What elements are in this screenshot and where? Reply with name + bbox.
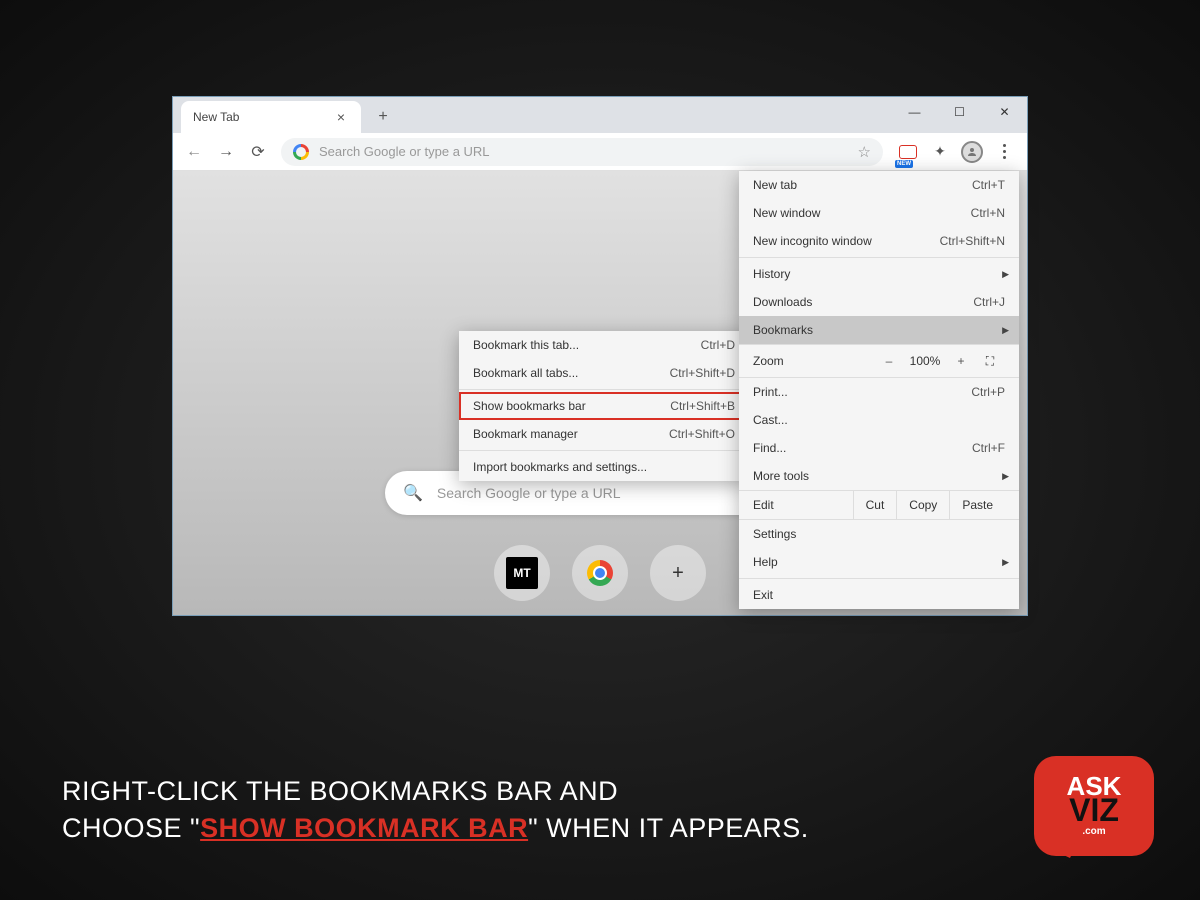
menu-zoom-row: Zoom – 100% + ⛶ xyxy=(739,344,1019,378)
chevron-right-icon: ▶ xyxy=(1002,269,1009,280)
menu-bookmark-this-tab[interactable]: Bookmark this tab... Ctrl+D xyxy=(459,331,749,359)
logo-viz: VIZ xyxy=(1069,798,1119,824)
mt-label: MT xyxy=(506,557,538,589)
omnibox-placeholder: Search Google or type a URL xyxy=(319,144,490,159)
submenu-separator xyxy=(459,450,749,451)
menu-print[interactable]: Print...Ctrl+P xyxy=(739,378,1019,406)
menu-bookmarks[interactable]: Bookmarks▶ xyxy=(739,316,1019,344)
askviz-logo: ASK VIZ .com xyxy=(1034,756,1154,866)
extensions-button[interactable] xyxy=(929,141,951,163)
shortcut-mt[interactable]: MT xyxy=(494,545,550,601)
bookmarks-submenu: Bookmark this tab... Ctrl+D Bookmark all… xyxy=(459,331,749,481)
back-button[interactable]: ← xyxy=(179,137,209,167)
menu-edit-row: Edit Cut Copy Paste xyxy=(739,490,1019,520)
submenu-label: Import bookmarks and settings... xyxy=(473,460,647,474)
maximize-button[interactable]: ☐ xyxy=(937,97,982,127)
window-controls: — ☐ ✕ xyxy=(892,97,1027,127)
extension-icon[interactable]: NEW xyxy=(897,141,919,163)
menu-import-bookmarks[interactable]: Import bookmarks and settings... xyxy=(459,453,749,481)
menu-cast[interactable]: Cast... xyxy=(739,406,1019,434)
caption-line2-post: " WHEN IT APPEARS. xyxy=(528,813,809,843)
chevron-right-icon: ▶ xyxy=(1002,325,1009,336)
edit-label: Edit xyxy=(753,498,853,512)
submenu-shortcut: Ctrl+D xyxy=(701,338,735,352)
forward-button[interactable]: → xyxy=(211,137,241,167)
chrome-window: New Tab × + — ☐ ✕ ← → ⟳ Search Google or… xyxy=(172,96,1028,616)
zoom-label: Zoom xyxy=(753,354,875,368)
search-icon: 🔍 xyxy=(403,483,423,503)
submenu-label: Show bookmarks bar xyxy=(473,399,586,413)
paste-button[interactable]: Paste xyxy=(949,491,1005,519)
menu-bookmark-all-tabs[interactable]: Bookmark all tabs... Ctrl+Shift+D xyxy=(459,359,749,387)
chevron-right-icon: ▶ xyxy=(1002,471,1009,482)
minimize-button[interactable]: — xyxy=(892,97,937,127)
menu-exit[interactable]: Exit xyxy=(739,581,1019,609)
logo-com: .com xyxy=(1082,826,1105,837)
new-tab-button[interactable]: + xyxy=(369,103,397,131)
google-icon xyxy=(293,144,309,160)
menu-new-tab[interactable]: New tabCtrl+T xyxy=(739,171,1019,199)
fullscreen-button[interactable]: ⛶ xyxy=(975,354,1005,369)
search-placeholder: Search Google or type a URL xyxy=(437,485,621,501)
toolbar-right: NEW xyxy=(891,141,1021,163)
tab-title: New Tab xyxy=(193,110,239,124)
zoom-out-button[interactable]: – xyxy=(875,354,903,368)
tab-newtab[interactable]: New Tab × xyxy=(181,101,361,133)
zoom-value: 100% xyxy=(903,354,947,368)
menu-separator xyxy=(739,257,1019,258)
menu-downloads[interactable]: DownloadsCtrl+J xyxy=(739,288,1019,316)
chrome-icon xyxy=(587,560,613,586)
submenu-label: Bookmark this tab... xyxy=(473,338,579,352)
menu-bookmark-manager[interactable]: Bookmark manager Ctrl+Shift+O xyxy=(459,420,749,448)
menu-new-incognito[interactable]: New incognito windowCtrl+Shift+N xyxy=(739,227,1019,255)
submenu-label: Bookmark all tabs... xyxy=(473,366,578,380)
toolbar: ← → ⟳ Search Google or type a URL ☆ NEW xyxy=(173,133,1027,171)
instruction-caption: RIGHT-CLICK THE BOOKMARKS BAR AND CHOOSE… xyxy=(62,773,809,846)
shortcut-chrome[interactable] xyxy=(572,545,628,601)
menu-button[interactable] xyxy=(993,141,1015,163)
shortcuts-row: MT + xyxy=(494,545,706,601)
chrome-main-menu: New tabCtrl+T New windowCtrl+N New incog… xyxy=(739,171,1019,609)
omnibox[interactable]: Search Google or type a URL ☆ xyxy=(281,138,883,166)
submenu-separator xyxy=(459,389,749,390)
menu-history[interactable]: History▶ xyxy=(739,260,1019,288)
star-icon[interactable]: ☆ xyxy=(858,143,871,161)
caption-line2-pre: CHOOSE " xyxy=(62,813,200,843)
menu-show-bookmarks-bar[interactable]: Show bookmarks bar Ctrl+Shift+B xyxy=(459,392,749,420)
tab-strip: New Tab × + — ☐ ✕ xyxy=(173,97,1027,133)
zoom-in-button[interactable]: + xyxy=(947,354,975,368)
submenu-label: Bookmark manager xyxy=(473,427,578,441)
submenu-shortcut: Ctrl+Shift+B xyxy=(670,399,735,413)
chevron-right-icon: ▶ xyxy=(1002,557,1009,568)
new-badge: NEW xyxy=(895,160,913,168)
cut-button[interactable]: Cut xyxy=(853,491,897,519)
menu-find[interactable]: Find...Ctrl+F xyxy=(739,434,1019,462)
menu-settings[interactable]: Settings xyxy=(739,520,1019,548)
submenu-shortcut: Ctrl+Shift+O xyxy=(669,427,735,441)
menu-separator xyxy=(739,578,1019,579)
profile-button[interactable] xyxy=(961,141,983,163)
caption-highlight: SHOW BOOKMARK BAR xyxy=(200,813,528,843)
close-icon[interactable]: × xyxy=(333,109,349,125)
copy-button[interactable]: Copy xyxy=(896,491,949,519)
add-shortcut-button[interactable]: + xyxy=(650,545,706,601)
menu-help[interactable]: Help▶ xyxy=(739,548,1019,576)
caption-line1: RIGHT-CLICK THE BOOKMARKS BAR AND xyxy=(62,776,618,806)
menu-new-window[interactable]: New windowCtrl+N xyxy=(739,199,1019,227)
reload-button[interactable]: ⟳ xyxy=(243,137,273,167)
close-window-button[interactable]: ✕ xyxy=(982,97,1027,127)
submenu-shortcut: Ctrl+Shift+D xyxy=(670,366,735,380)
menu-more-tools[interactable]: More tools▶ xyxy=(739,462,1019,490)
